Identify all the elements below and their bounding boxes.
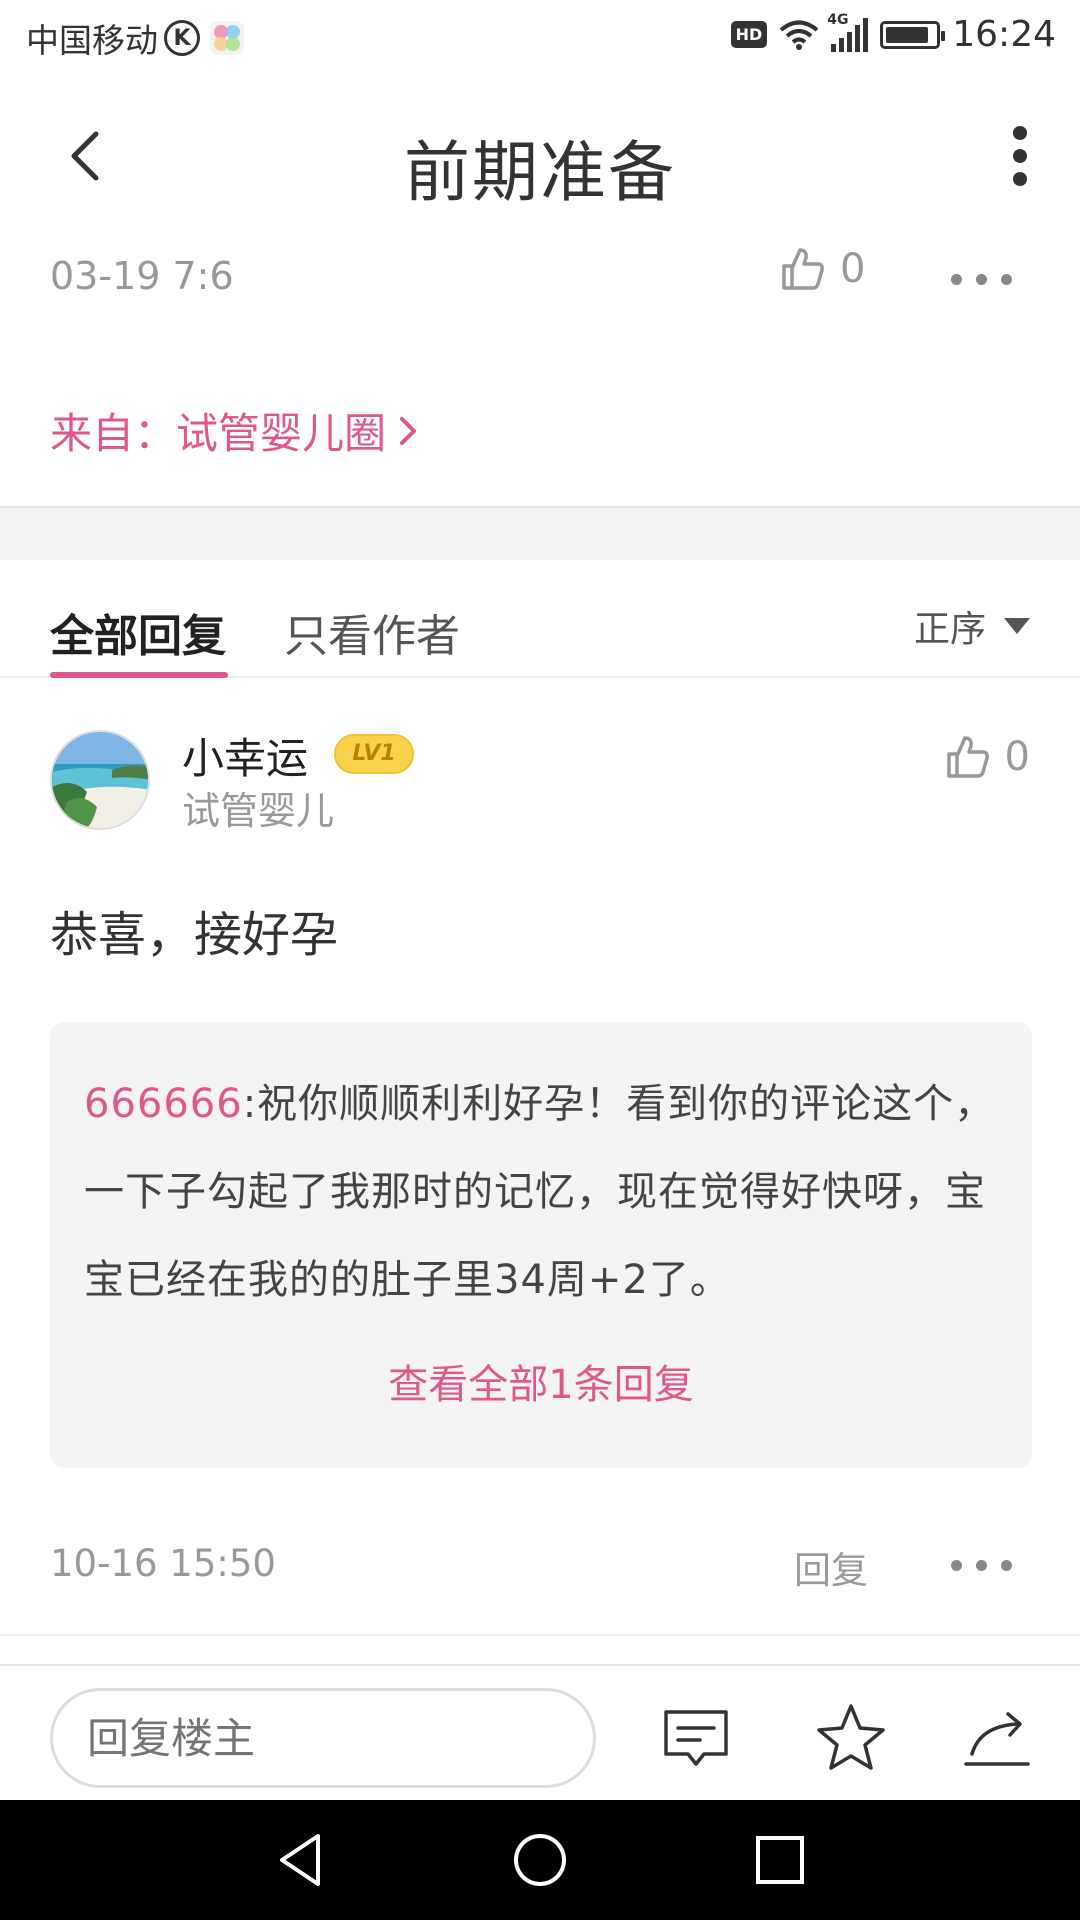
- post-like-count: 0: [840, 246, 866, 292]
- page-title: 前期准备: [404, 134, 676, 211]
- comment-date: 10-16 15:50: [50, 1542, 276, 1585]
- comment-icon[interactable]: [660, 1702, 732, 1774]
- comment-more-icon[interactable]: [951, 1560, 1012, 1571]
- top-app-bar: 前期准备: [0, 74, 1080, 240]
- clock: 16:24: [952, 14, 1056, 55]
- from-circle-label: 来自：试管婴儿圈: [50, 409, 387, 458]
- post-more-icon[interactable]: [951, 274, 1012, 285]
- flower-app-icon: [210, 21, 244, 55]
- nested-reply: 666666:祝你顺顺利利好孕！看到你的评论这个，一下子勾起了我那时的记忆，现在…: [84, 1060, 1004, 1324]
- post-date: 03-19 7:6: [50, 254, 234, 298]
- comment-separator: [0, 1634, 1080, 1636]
- nav-recents-icon[interactable]: [748, 1828, 812, 1892]
- hd-icon: HD: [730, 21, 768, 48]
- thumbs-up-icon: [946, 736, 989, 778]
- nav-home-icon[interactable]: [508, 1828, 572, 1892]
- caret-down-icon: [1004, 618, 1030, 634]
- reply-author-link[interactable]: 666666: [84, 1081, 243, 1127]
- thumbs-up-icon: [782, 248, 824, 290]
- comment-username[interactable]: 小幸运: [182, 725, 308, 786]
- network-type-label: 4G: [827, 11, 849, 28]
- view-all-replies-link[interactable]: 查看全部1条回复: [50, 1352, 1032, 1410]
- chevron-right-icon: [400, 416, 417, 445]
- level-badge: LV1: [334, 734, 414, 774]
- comment-like-button[interactable]: 0: [945, 734, 1030, 780]
- reply-tabs: 全部回复 只看作者 正序: [0, 560, 1080, 678]
- active-tab-indicator: [50, 672, 228, 678]
- status-bar: 中国移动 K HD 4G 16:24: [0, 0, 1080, 74]
- tab-all-replies[interactable]: 全部回复: [50, 600, 226, 664]
- post-meta: 03-19 7:6 0: [0, 240, 1080, 320]
- reply-input[interactable]: [50, 1688, 596, 1788]
- nav-back-icon[interactable]: [270, 1828, 334, 1892]
- bottom-action-bar: [0, 1664, 1080, 1800]
- wifi-icon: [779, 20, 819, 50]
- carrier-label: 中国移动: [26, 21, 158, 60]
- avatar[interactable]: [50, 730, 150, 830]
- tab-author-only[interactable]: 只看作者: [284, 600, 460, 664]
- battery-icon: [880, 20, 946, 49]
- from-circle-link[interactable]: 来自：试管婴儿圈: [50, 400, 420, 461]
- sort-dropdown[interactable]: 正序: [914, 600, 1030, 652]
- section-divider: [0, 506, 1080, 560]
- sort-label: 正序: [913, 609, 986, 650]
- share-icon[interactable]: [962, 1702, 1034, 1774]
- reply-button[interactable]: 回复: [794, 1540, 868, 1594]
- comment-like-count: 0: [1004, 734, 1030, 780]
- system-nav-bar: [0, 1800, 1080, 1920]
- signal-icon: 4G: [827, 12, 869, 52]
- comment-user-tag: 试管婴儿: [182, 789, 335, 833]
- star-icon[interactable]: [815, 1702, 887, 1774]
- nested-reply-box: 666666:祝你顺顺利利好孕！看到你的评论这个，一下子勾起了我那时的记忆，现在…: [50, 1022, 1032, 1468]
- k-app-icon: K: [164, 20, 200, 56]
- post-like-button[interactable]: 0: [780, 246, 865, 292]
- comment-text: 恭喜，接好孕: [50, 907, 339, 963]
- more-vertical-icon[interactable]: [1002, 126, 1038, 186]
